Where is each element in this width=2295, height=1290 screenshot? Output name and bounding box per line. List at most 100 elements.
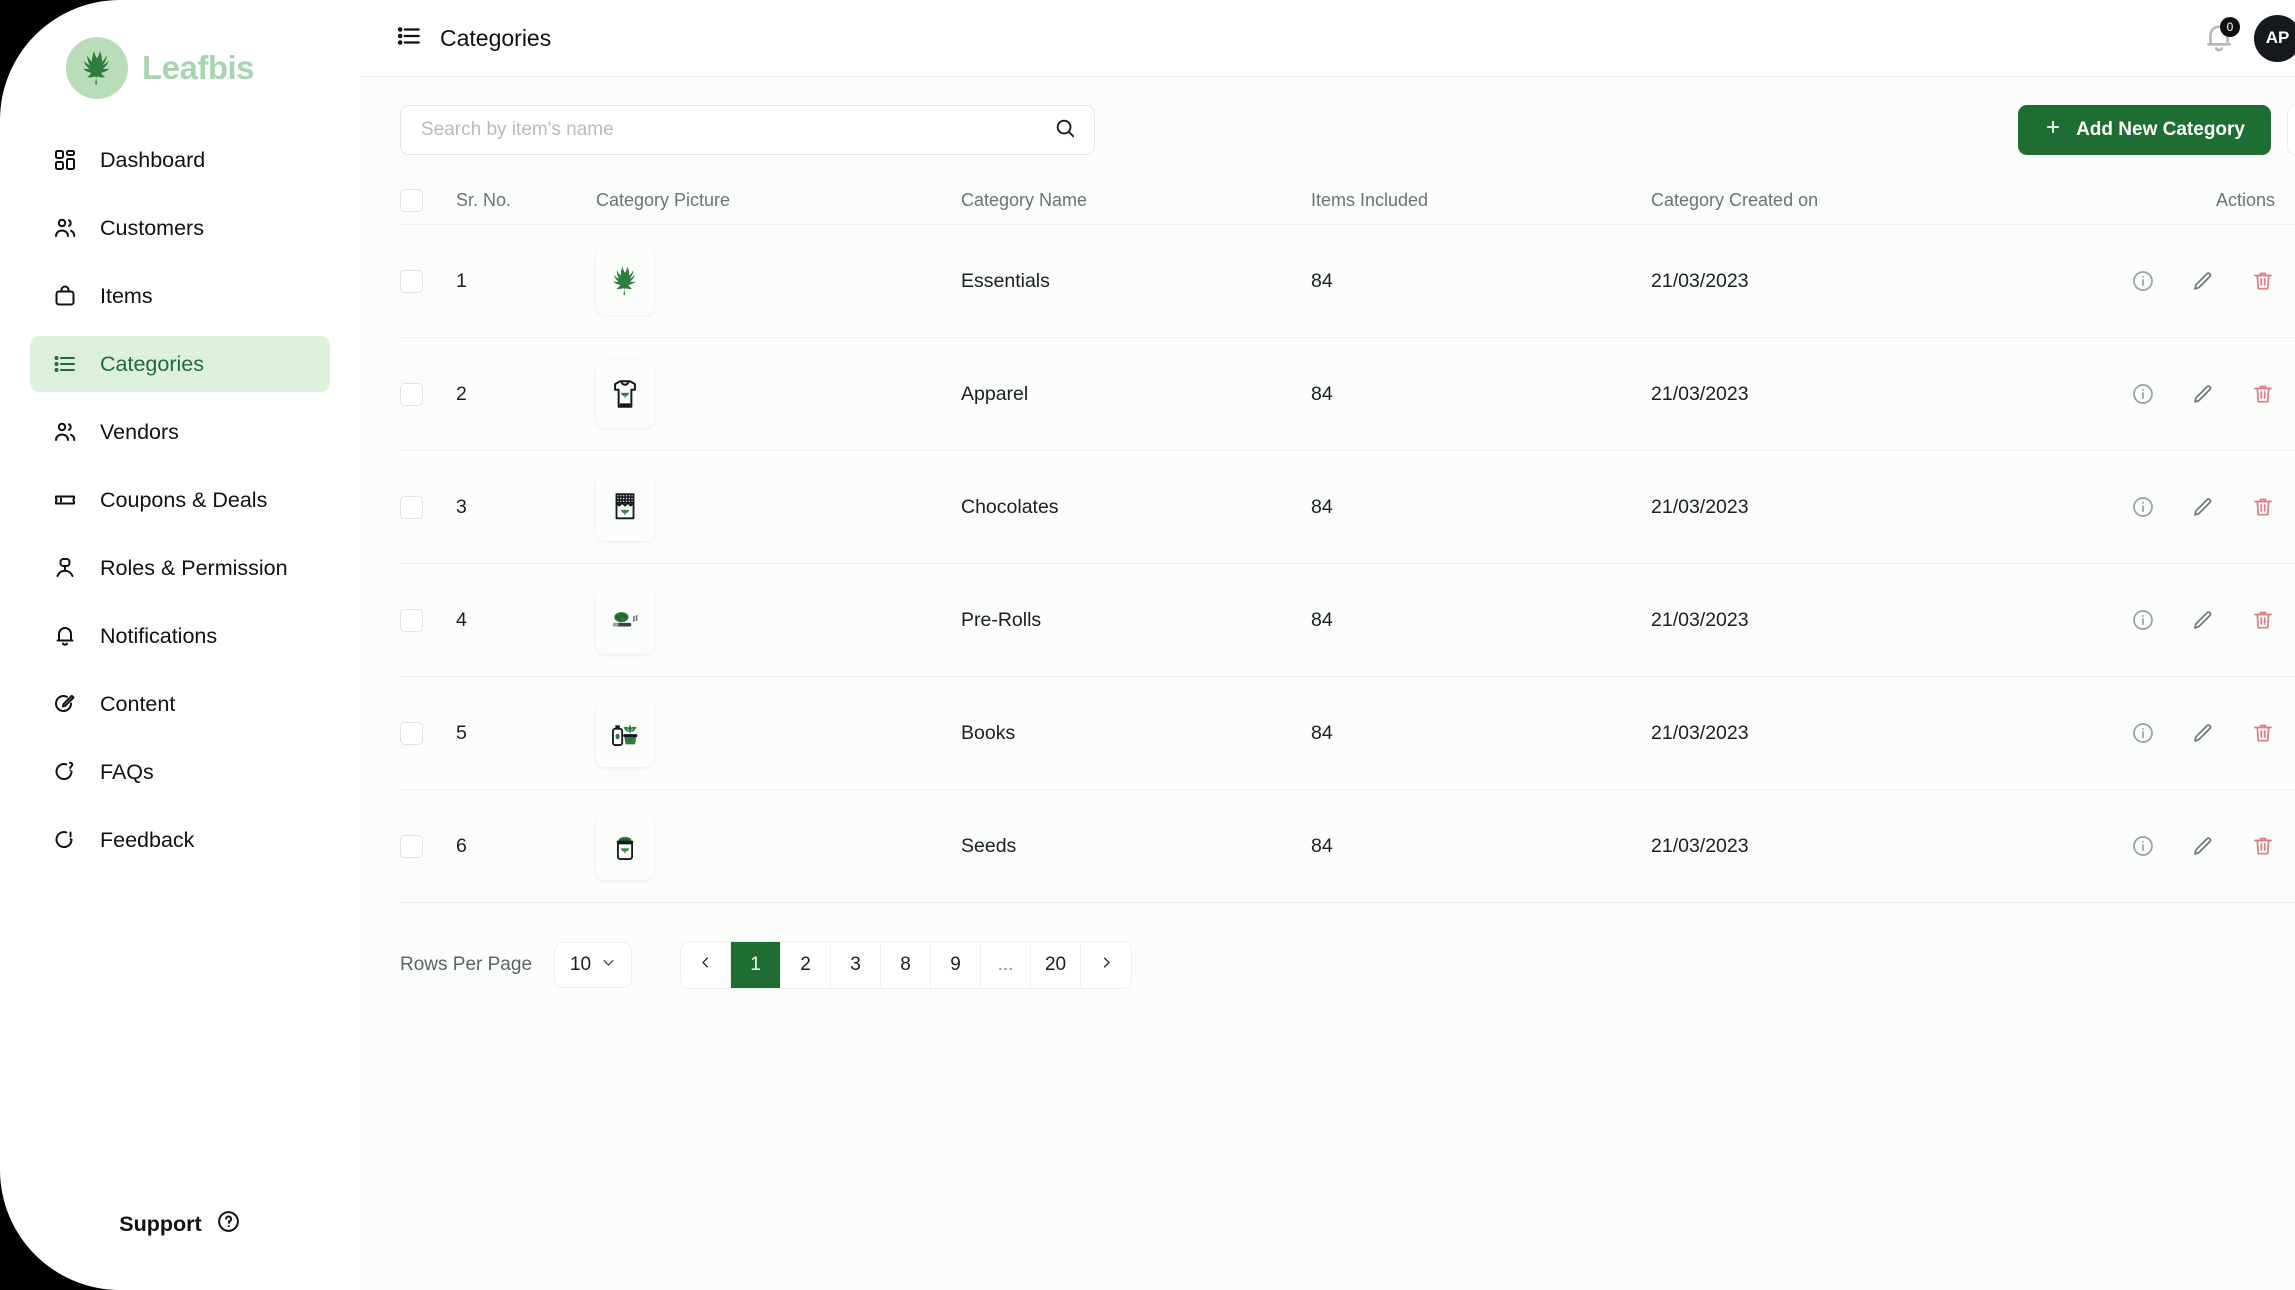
page-button-1[interactable]: 1 [731,942,782,988]
pencil-circle-icon [52,691,78,717]
filter-button[interactable] [2287,105,2295,155]
sidebar-item-dashboard[interactable]: Dashboard [30,132,330,188]
sidebar-item-roles-permission[interactable]: Roles & Permission [30,540,330,596]
notification-bell-button[interactable]: 0 [2202,17,2240,55]
support-label: Support [119,1212,202,1236]
add-new-category-button[interactable]: Add New Category [2018,105,2271,155]
column-header-picture: Category Picture [596,190,731,210]
table-row[interactable]: 2 Apparel 84 21/03/2023 [400,338,2295,451]
info-circle-icon[interactable] [2131,608,2155,632]
pencil-edit-icon[interactable] [2191,269,2215,293]
sidebar-item-label: FAQs [100,759,154,784]
trash-delete-icon[interactable] [2251,382,2275,406]
pencil-edit-icon[interactable] [2191,721,2215,745]
trash-delete-icon[interactable] [2251,269,2275,293]
search-icon[interactable] [1054,117,1076,144]
rows-per-page-select[interactable]: 10 [554,942,633,988]
page-button-9[interactable]: 9 [931,942,982,988]
bag-icon [52,283,78,309]
cell-sr-no: 4 [456,608,467,631]
row-checkbox[interactable] [400,382,423,406]
column-header-sr-no: Sr. No. [456,190,512,210]
page-button-20[interactable]: 20 [1031,942,1082,988]
table-row[interactable]: 4 Pre-Rolls 84 21/03/2023 [400,564,2295,677]
cell-sr-no: 6 [456,834,467,857]
sidebar-item-vendors[interactable]: Vendors [30,404,330,460]
cell-sr-no: 3 [456,495,467,518]
sidebar-item-label: Coupons & Deals [100,487,268,512]
sidebar-item-customers[interactable]: Customers [30,200,330,256]
trash-delete-icon[interactable] [2251,721,2275,745]
pencil-edit-icon[interactable] [2191,382,2215,406]
trash-delete-icon[interactable] [2251,495,2275,519]
rows-per-page-label: Rows Per Page [400,954,533,975]
cell-actions [2131,721,2295,745]
page-title: Categories [440,24,552,51]
row-checkbox[interactable] [400,834,423,858]
list-menu-icon[interactable] [396,23,422,54]
sidebar-item-items[interactable]: Items [30,268,330,324]
brand-logo[interactable]: Leafbis [0,0,360,110]
search-box[interactable] [400,105,1095,155]
cell-items-included: 84 [1311,834,1333,857]
pencil-edit-icon[interactable] [2191,608,2215,632]
sidebar-item-label: Vendors [100,419,179,444]
row-select-cell [400,721,456,745]
cell-sr-no: 5 [456,721,467,744]
support-button[interactable]: Support [0,1209,360,1240]
info-circle-icon[interactable] [2131,834,2155,858]
pencil-edit-icon[interactable] [2191,495,2215,519]
cell-items-included: 84 [1311,608,1333,631]
avatar[interactable]: AP [2254,14,2295,62]
tshirt-leaf-icon [596,360,654,428]
table-header-row: Sr. No. Category Picture Category Name I… [400,177,2295,225]
trash-delete-icon[interactable] [2251,608,2275,632]
chevron-right-icon [1099,954,1114,976]
table-body: 1 Essentials 84 21/03/2023 2 Apparel 84 … [400,225,2295,903]
row-checkbox[interactable] [400,608,423,632]
sidebar-item-categories[interactable]: Categories [30,336,330,392]
sidebar-item-content[interactable]: Content [30,676,330,732]
prev-page-button[interactable] [681,942,732,988]
users-icon [52,215,78,241]
cell-items-included: 84 [1311,495,1333,518]
pencil-edit-icon[interactable] [2191,834,2215,858]
trash-delete-icon[interactable] [2251,834,2275,858]
cell-actions [2131,834,2295,858]
cell-picture [596,473,961,541]
info-circle-icon[interactable] [2131,269,2155,293]
cell-actions [2131,495,2295,519]
sidebar-item-feedback[interactable]: Feedback [30,812,330,868]
page-button-3[interactable]: 3 [831,942,882,988]
sidebar-item-faqs[interactable]: FAQs [30,744,330,800]
row-checkbox[interactable] [400,495,423,519]
chocolate-bar-icon [596,473,654,541]
table-row[interactable]: 1 Essentials 84 21/03/2023 [400,225,2295,338]
info-circle-icon[interactable] [2131,721,2155,745]
grid-icon [52,147,78,173]
next-page-button[interactable] [1081,942,1132,988]
row-checkbox[interactable] [400,269,423,293]
cell-created-on: 21/03/2023 [1651,269,1749,292]
info-circle-icon[interactable] [2131,382,2155,406]
sidebar-item-notifications[interactable]: Notifications [30,608,330,664]
question-mark-circle-icon [216,1209,241,1240]
table-row[interactable]: 3 Chocolates 84 21/03/2023 [400,451,2295,564]
cannabis-leaf-icon [596,247,654,315]
page-button-2[interactable]: 2 [781,942,832,988]
pre-roll-icon [596,586,654,654]
table-row[interactable]: 5 Books 84 21/03/2023 [400,677,2295,790]
page-button-8[interactable]: 8 [881,942,932,988]
select-all-checkbox[interactable] [400,189,423,212]
page-list: 1 2 3 8 9 ... 20 [680,941,1133,989]
info-circle-icon[interactable] [2131,495,2155,519]
sidebar-item-coupons-deals[interactable]: Coupons & Deals [30,472,330,528]
info-circle-icon [52,827,78,853]
cell-created-on: 21/03/2023 [1651,721,1749,744]
cell-actions [2131,608,2295,632]
sidebar-item-label: Notifications [100,623,218,648]
row-checkbox[interactable] [400,721,423,745]
search-input[interactable] [421,119,1054,141]
users-icon [52,419,78,445]
table-row[interactable]: 6 Seeds 84 21/03/2023 [400,790,2295,903]
